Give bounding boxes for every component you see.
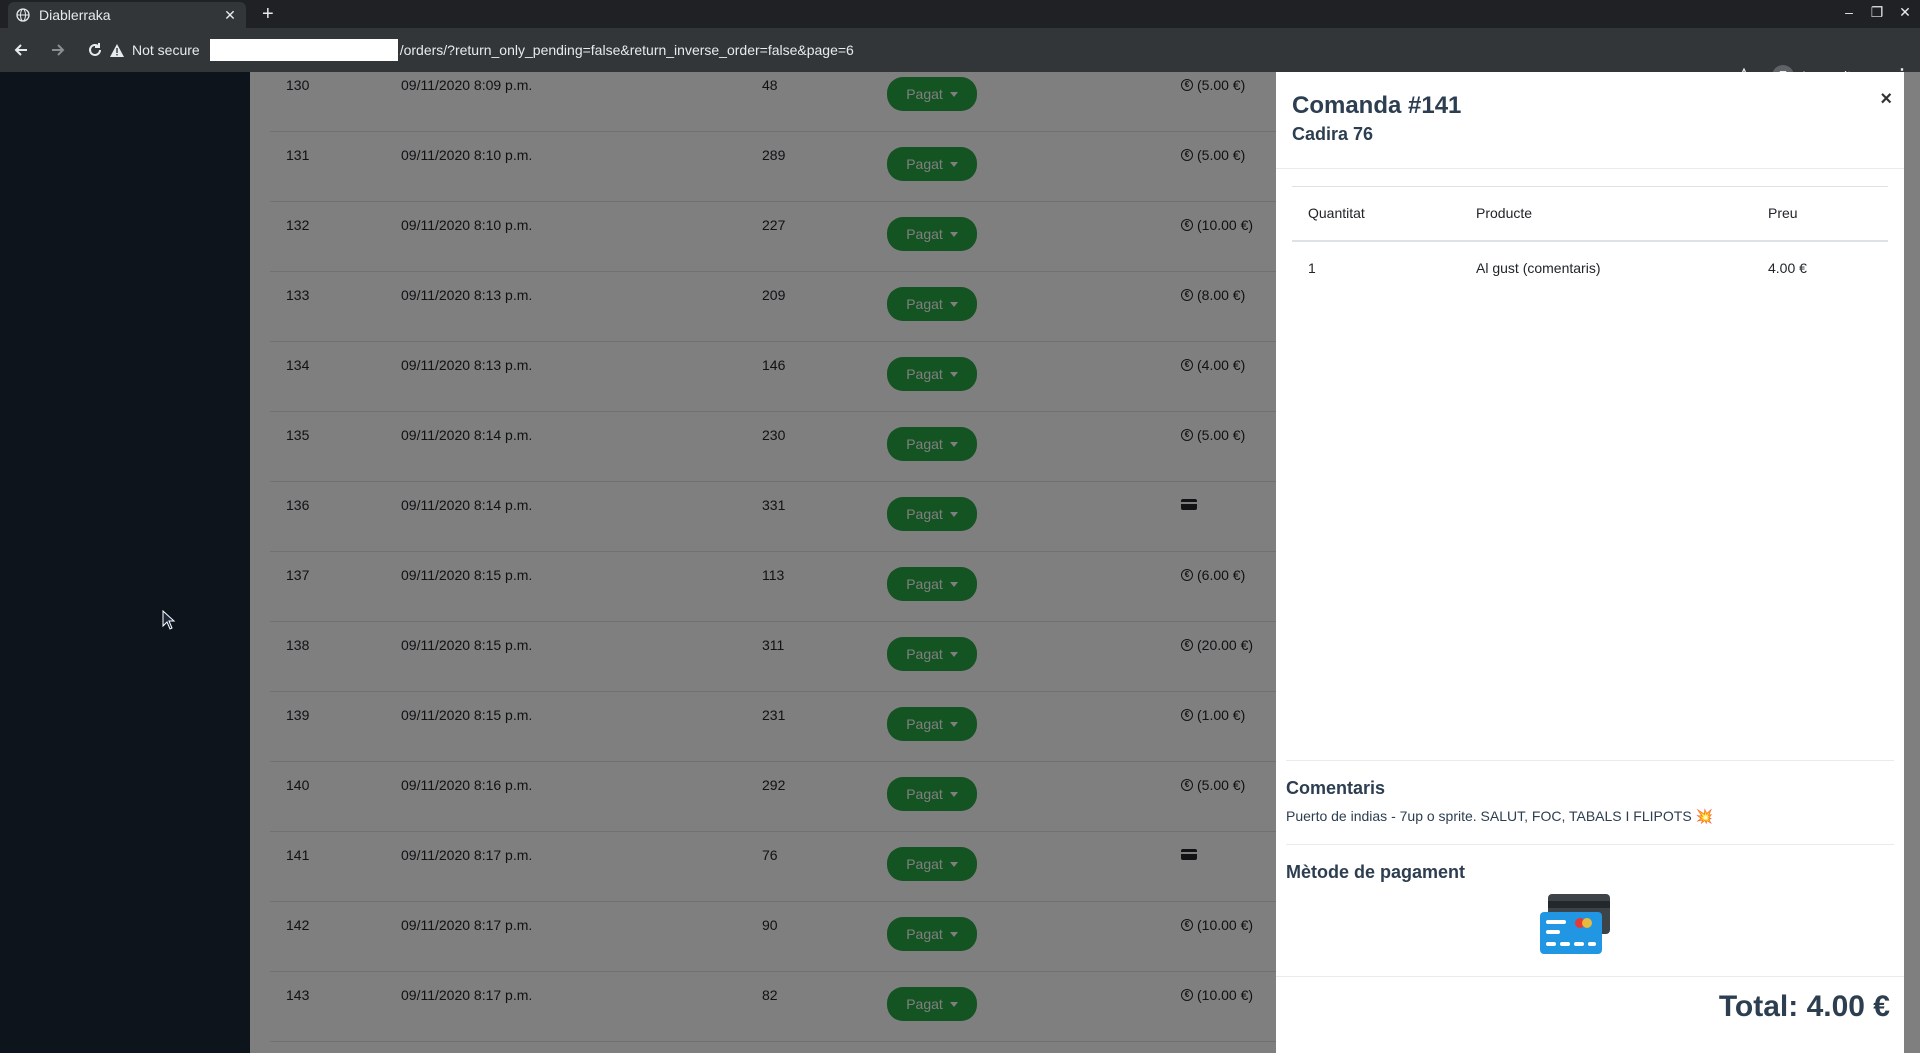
security-label[interactable]: Not secure bbox=[132, 42, 200, 58]
payment-method-title: Mètode de pagament bbox=[1286, 862, 1466, 882]
new-tab-icon[interactable]: + bbox=[262, 4, 274, 24]
item-price: 4.00 € bbox=[1768, 260, 1807, 276]
window-controls: – ❐ ✕ bbox=[1840, 4, 1914, 21]
url-path[interactable]: /orders/?return_only_pending=false&retur… bbox=[400, 42, 854, 58]
divider bbox=[1276, 168, 1904, 169]
minimize-icon[interactable]: – bbox=[1840, 4, 1858, 21]
warning-icon[interactable] bbox=[110, 43, 126, 57]
restore-icon[interactable]: ❐ bbox=[1868, 4, 1886, 21]
globe-icon bbox=[16, 8, 30, 22]
order-title: Comanda #141 bbox=[1292, 92, 1462, 119]
address-bar[interactable]: Not secure /orders/?return_only_pending=… bbox=[110, 33, 1770, 67]
browser-tab-bar: Diablerraka ✕ + – ❐ ✕ bbox=[0, 0, 1920, 28]
forward-icon[interactable] bbox=[42, 34, 74, 66]
window-close-icon[interactable]: ✕ bbox=[1896, 4, 1914, 21]
tab-close-icon[interactable]: ✕ bbox=[222, 7, 238, 24]
item-row: 1 Al gust (comentaris) 4.00 € bbox=[1292, 241, 1888, 295]
url-host-redacted bbox=[209, 39, 398, 61]
order-items-table: Quantitat Producte Preu 1 Al gust (comen… bbox=[1292, 186, 1888, 295]
item-qty: 1 bbox=[1308, 260, 1316, 276]
comments-text: Puerto de indias - 7up o sprite. SALUT, … bbox=[1286, 808, 1713, 824]
credit-card-icon bbox=[1540, 894, 1612, 961]
items-header-row: Quantitat Producte Preu bbox=[1292, 186, 1888, 242]
browser-toolbar: Not secure /orders/?return_only_pending=… bbox=[0, 28, 1920, 87]
comments-title: Comentaris bbox=[1286, 778, 1386, 798]
column-header-price: Preu bbox=[1752, 186, 1888, 242]
browser-tab[interactable]: Diablerraka ✕ bbox=[8, 2, 246, 28]
order-total: Total: 4.00 € bbox=[1718, 990, 1890, 1023]
tab-title: Diablerraka bbox=[39, 7, 111, 23]
column-header-product: Producte bbox=[1460, 186, 1752, 242]
column-header-qty: Quantitat bbox=[1292, 186, 1460, 242]
reload-icon[interactable] bbox=[79, 34, 111, 66]
order-detail-panel: Comanda #141 Cadira 76 × Quantitat Produ… bbox=[1276, 72, 1904, 1053]
divider bbox=[1276, 976, 1904, 977]
divider bbox=[1286, 760, 1894, 761]
divider bbox=[1286, 844, 1894, 845]
seat-subtitle: Cadira 76 bbox=[1292, 124, 1374, 144]
close-icon[interactable]: × bbox=[1880, 88, 1892, 111]
mouse-cursor-icon bbox=[162, 609, 176, 635]
page: 13009/11/2020 8:09 p.m.48Pagat€(5.00 €)1… bbox=[0, 72, 1920, 1053]
item-product: Al gust (comentaris) bbox=[1476, 260, 1601, 276]
back-icon[interactable] bbox=[5, 34, 37, 66]
